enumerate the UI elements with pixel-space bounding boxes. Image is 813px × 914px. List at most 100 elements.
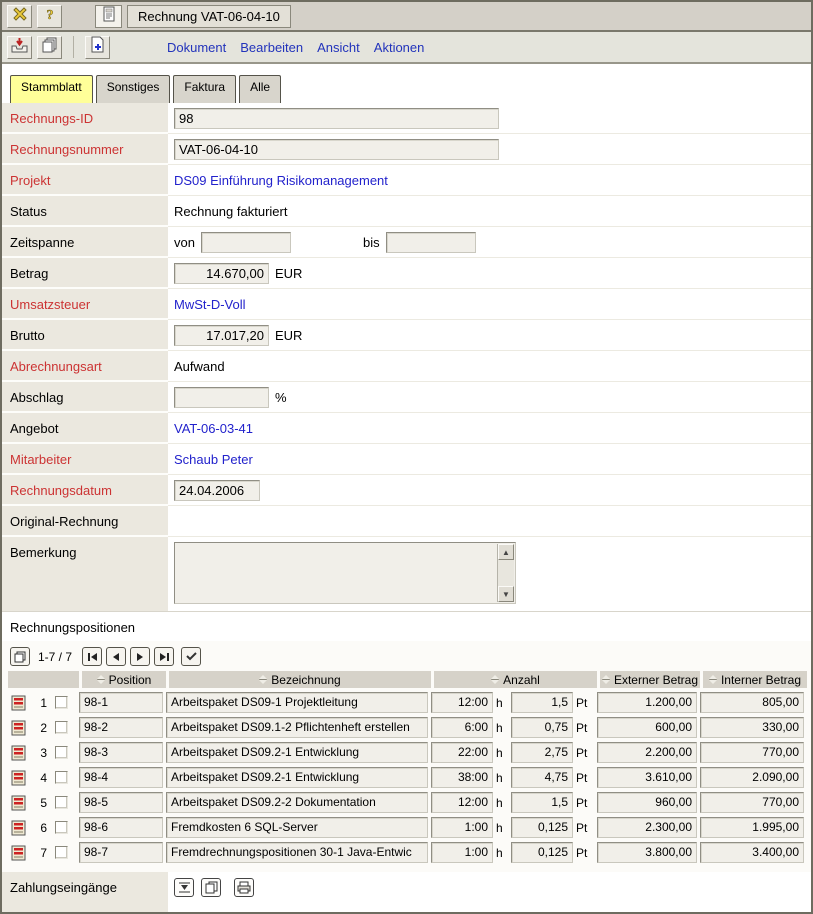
row-checkbox[interactable]: [55, 846, 68, 859]
tab-alle[interactable]: Alle: [239, 75, 281, 103]
header-anzahl[interactable]: Anzahl: [434, 671, 597, 688]
zeitspanne-von-input[interactable]: [201, 232, 291, 253]
rechnungsdatum-input[interactable]: [174, 480, 260, 501]
menu-dokument[interactable]: Dokument: [167, 40, 226, 55]
anzahl-stunden-cell[interactable]: 6:00: [431, 717, 493, 738]
interner-betrag-cell[interactable]: 770,00: [700, 742, 804, 763]
prev-page-button[interactable]: [106, 647, 126, 666]
rechnungs-id-input[interactable]: [174, 108, 499, 129]
row-doc-button[interactable]: [8, 820, 28, 836]
betrag-input[interactable]: [174, 263, 269, 284]
externer-betrag-cell[interactable]: 600,00: [597, 717, 697, 738]
externer-betrag-cell[interactable]: 3.800,00: [597, 842, 697, 863]
row-checkbox[interactable]: [55, 821, 68, 834]
position-cell[interactable]: 98-2: [79, 717, 163, 738]
anzahl-punkte-cell[interactable]: 4,75: [511, 767, 573, 788]
anzahl-punkte-cell[interactable]: 1,5: [511, 792, 573, 813]
row-doc-button[interactable]: [8, 745, 28, 761]
header-position[interactable]: Position: [82, 671, 166, 688]
invoice-doc-button[interactable]: [95, 5, 122, 28]
row-doc-button[interactable]: [8, 795, 28, 811]
anzahl-stunden-cell[interactable]: 1:00: [431, 817, 493, 838]
abschlag-input[interactable]: [174, 387, 269, 408]
externer-betrag-cell[interactable]: 2.300,00: [597, 817, 697, 838]
zeitspanne-bis-input[interactable]: [386, 232, 476, 253]
scroll-up-icon[interactable]: ▲: [498, 544, 514, 560]
copy-button[interactable]: [37, 36, 62, 59]
anzahl-punkte-cell[interactable]: 2,75: [511, 742, 573, 763]
bezeichnung-cell[interactable]: Arbeitspaket DS09.1-2 Pflichtenheft erst…: [166, 717, 428, 738]
anzahl-punkte-cell[interactable]: 0,75: [511, 717, 573, 738]
angebot-link[interactable]: VAT-06-03-41: [174, 421, 253, 436]
scroll-down-icon[interactable]: ▼: [498, 586, 514, 602]
row-doc-button[interactable]: [8, 770, 28, 786]
copy-payments-button[interactable]: [201, 878, 221, 897]
textarea-scrollbar[interactable]: ▲ ▼: [497, 544, 514, 602]
first-page-button[interactable]: [82, 647, 102, 666]
row-checkbox[interactable]: [55, 796, 68, 809]
externer-betrag-cell[interactable]: 2.200,00: [597, 742, 697, 763]
last-page-button[interactable]: [154, 647, 174, 666]
bezeichnung-cell[interactable]: Arbeitspaket DS09.2-2 Dokumentation: [166, 792, 428, 813]
interner-betrag-cell[interactable]: 1.995,00: [700, 817, 804, 838]
rechnungsnummer-input[interactable]: [174, 139, 499, 160]
bezeichnung-cell[interactable]: Arbeitspaket DS09.2-1 Entwicklung: [166, 767, 428, 788]
interner-betrag-cell[interactable]: 330,00: [700, 717, 804, 738]
anzahl-punkte-cell[interactable]: 0,125: [511, 817, 573, 838]
tab-faktura[interactable]: Faktura: [173, 75, 236, 103]
position-cell[interactable]: 98-5: [79, 792, 163, 813]
umsatzsteuer-link[interactable]: MwSt-D-Voll: [174, 297, 246, 312]
row-checkbox[interactable]: [55, 746, 68, 759]
print-payments-button[interactable]: [234, 878, 254, 897]
externer-betrag-cell[interactable]: 960,00: [597, 792, 697, 813]
anzahl-stunden-cell[interactable]: 22:00: [431, 742, 493, 763]
menu-bearbeiten[interactable]: Bearbeiten: [240, 40, 303, 55]
anzahl-punkte-cell[interactable]: 0,125: [511, 842, 573, 863]
externer-betrag-cell[interactable]: 3.610,00: [597, 767, 697, 788]
brutto-input[interactable]: [174, 325, 269, 346]
tab-stammblatt[interactable]: Stammblatt: [10, 75, 93, 103]
anzahl-stunden-cell[interactable]: 1:00: [431, 842, 493, 863]
select-all-button[interactable]: [181, 647, 201, 666]
row-checkbox[interactable]: [55, 771, 68, 784]
mitarbeiter-link[interactable]: Schaub Peter: [174, 452, 253, 467]
bezeichnung-cell[interactable]: Fremdkosten 6 SQL-Server: [166, 817, 428, 838]
copy-rows-button[interactable]: [10, 647, 30, 666]
header-interner-betrag[interactable]: Interner Betrag: [703, 671, 807, 688]
row-doc-button[interactable]: [8, 720, 28, 736]
row-checkbox[interactable]: [55, 696, 68, 709]
position-cell[interactable]: 98-3: [79, 742, 163, 763]
header-bezeichnung[interactable]: Bezeichnung: [169, 671, 431, 688]
menu-aktionen[interactable]: Aktionen: [374, 40, 425, 55]
position-cell[interactable]: 98-7: [79, 842, 163, 863]
anzahl-stunden-cell[interactable]: 38:00: [431, 767, 493, 788]
position-cell[interactable]: 98-1: [79, 692, 163, 713]
collapse-list-button[interactable]: [174, 878, 194, 897]
menu-ansicht[interactable]: Ansicht: [317, 40, 360, 55]
bezeichnung-cell[interactable]: Fremdrechnungspositionen 30-1 Java-Entwi…: [166, 842, 428, 863]
interner-betrag-cell[interactable]: 770,00: [700, 792, 804, 813]
anzahl-stunden-cell[interactable]: 12:00: [431, 692, 493, 713]
interner-betrag-cell[interactable]: 3.400,00: [700, 842, 804, 863]
close-button[interactable]: [7, 5, 32, 28]
bezeichnung-cell[interactable]: Arbeitspaket DS09.2-1 Entwicklung: [166, 742, 428, 763]
row-doc-button[interactable]: [8, 695, 28, 711]
anzahl-stunden-cell[interactable]: 12:00: [431, 792, 493, 813]
next-page-button[interactable]: [130, 647, 150, 666]
row-checkbox[interactable]: [55, 721, 68, 734]
anzahl-punkte-cell[interactable]: 1,5: [511, 692, 573, 713]
save-button[interactable]: [7, 36, 32, 59]
tab-sonstiges[interactable]: Sonstiges: [96, 75, 171, 103]
header-externer-betrag[interactable]: Externer Betrag: [600, 671, 700, 688]
position-cell[interactable]: 98-6: [79, 817, 163, 838]
new-document-button[interactable]: [85, 36, 110, 59]
projekt-link[interactable]: DS09 Einführung Risikomanagement: [174, 173, 388, 188]
position-cell[interactable]: 98-4: [79, 767, 163, 788]
bemerkung-textarea[interactable]: ▲ ▼: [174, 542, 516, 604]
interner-betrag-cell[interactable]: 805,00: [700, 692, 804, 713]
interner-betrag-cell[interactable]: 2.090,00: [700, 767, 804, 788]
help-button[interactable]: ?: [37, 5, 62, 28]
bezeichnung-cell[interactable]: Arbeitspaket DS09-1 Projektleitung: [166, 692, 428, 713]
externer-betrag-cell[interactable]: 1.200,00: [597, 692, 697, 713]
row-doc-button[interactable]: [8, 845, 28, 861]
